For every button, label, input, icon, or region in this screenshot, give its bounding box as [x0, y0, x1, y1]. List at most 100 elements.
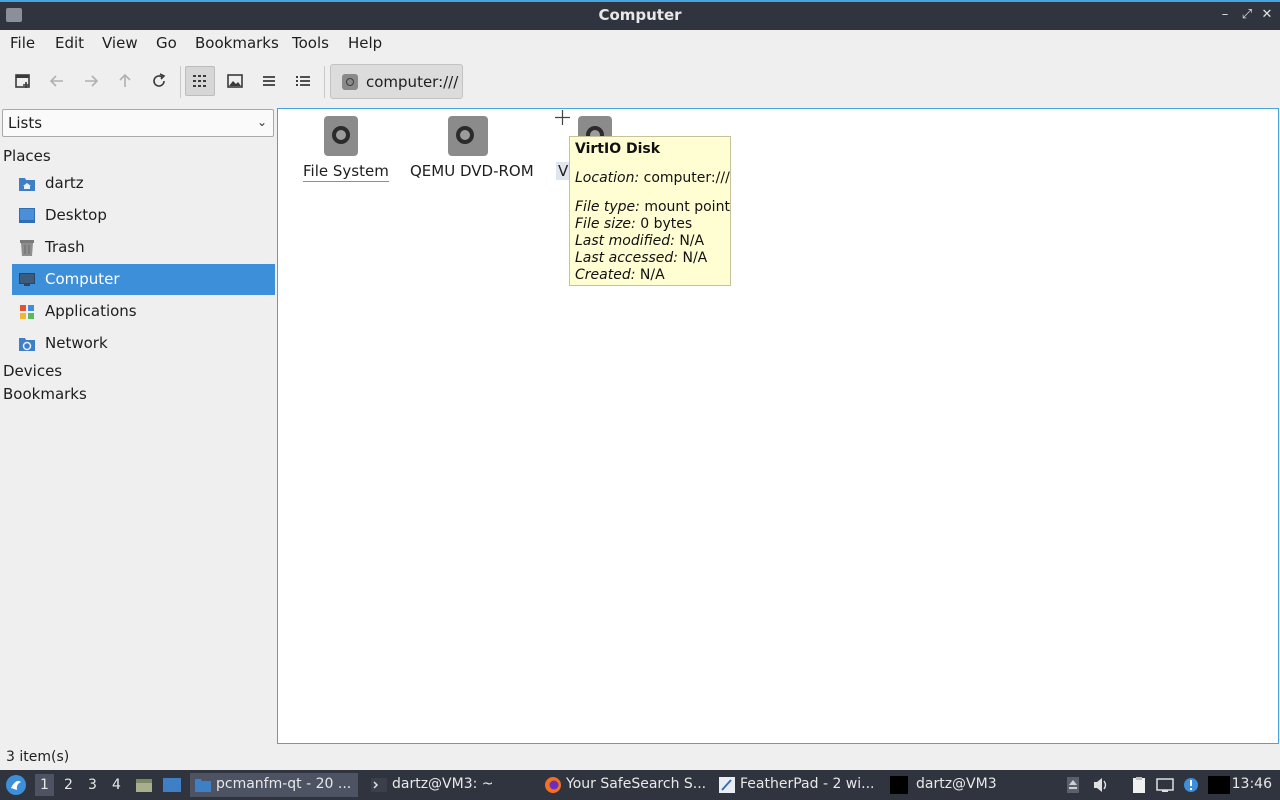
sidebar-item-desktop[interactable]: Desktop — [12, 200, 275, 231]
tooltip-last-accessed: Last accessed: N/A — [575, 250, 708, 266]
path-bar-button[interactable]: computer:/// — [330, 64, 463, 99]
sidebar-item-computer[interactable]: Computer — [12, 264, 275, 295]
tooltip-last-modified: Last modified: N/A — [575, 233, 705, 249]
reload-icon — [153, 73, 166, 87]
toolbar — [0, 60, 1280, 104]
clock[interactable]: 13:46 — [1232, 776, 1272, 792]
show-desktop-icon[interactable] — [162, 775, 182, 795]
sidebar-item-label: Computer — [45, 270, 120, 288]
file-item-label: File System — [303, 162, 389, 182]
optical-drive-icon — [448, 116, 488, 156]
task-label: dartz@VM3 — [916, 776, 997, 792]
tooltip-file-size: File size: 0 bytes — [575, 216, 693, 232]
terminal-icon — [890, 776, 908, 794]
arrow-up-icon — [119, 73, 131, 87]
volume-icon[interactable] — [1092, 776, 1110, 794]
detailed-list-icon — [296, 76, 310, 86]
terminal-icon — [371, 778, 387, 792]
chevron-down-icon: ⌄ — [256, 115, 267, 129]
tooltip-title: VirtIO Disk — [575, 141, 661, 157]
toolbar-separator — [180, 66, 181, 98]
drive-icon — [342, 74, 358, 90]
network-icon — [19, 338, 35, 351]
menu-tools[interactable]: Tools — [292, 34, 329, 52]
cpu-monitor-icon[interactable] — [1208, 776, 1230, 794]
taskbar: 1 2 3 4 pcmanfm-qt - 20 ... dartz@VM3: ~… — [0, 770, 1280, 800]
places-header[interactable]: Places — [3, 147, 51, 165]
file-manager-launcher-icon[interactable] — [134, 775, 154, 795]
arrow-right-icon — [85, 75, 99, 87]
menu-bar: File Edit View Go Bookmarks Tools Help — [0, 30, 1280, 56]
workspace-3[interactable]: 3 — [88, 777, 97, 793]
menu-file[interactable]: File — [10, 34, 35, 52]
minimize-icon[interactable]: – — [1216, 6, 1234, 24]
menu-bookmarks[interactable]: Bookmarks — [195, 34, 279, 52]
menu-go[interactable]: Go — [156, 34, 177, 52]
drive-icon — [324, 116, 358, 156]
detailed-view-button[interactable] — [288, 66, 318, 96]
status-bar-text: 3 item(s) — [6, 749, 70, 765]
sidebar-item-label: Network — [45, 334, 108, 352]
task-pcmanfm[interactable]: pcmanfm-qt - 20 ... — [190, 773, 358, 797]
grid-icon — [193, 75, 206, 87]
task-firefox[interactable]: Your SafeSearch S... — [540, 773, 708, 797]
start-menu-icon[interactable] — [5, 774, 27, 796]
path-label: computer:/// — [366, 73, 459, 91]
firefox-icon — [545, 777, 561, 793]
sidebar-item-applications[interactable]: Applications — [12, 296, 275, 327]
sidebar-item-network[interactable]: Network — [12, 328, 275, 359]
workspace-2[interactable]: 2 — [64, 777, 73, 793]
bookmarks-header[interactable]: Bookmarks — [3, 385, 87, 403]
task-terminal-home[interactable]: dartz@VM3: ~ — [366, 773, 534, 797]
task-terminal[interactable]: dartz@VM3 — [886, 773, 1054, 797]
item-tooltip: VirtIO Disk Location: computer:/// File … — [569, 136, 731, 286]
file-view[interactable] — [277, 108, 1279, 744]
workspace-4[interactable]: 4 — [112, 777, 121, 793]
side-pane-mode-select[interactable]: Lists ⌄ — [2, 109, 274, 137]
back-button[interactable] — [42, 66, 72, 96]
network-tray-icon[interactable] — [1156, 776, 1174, 794]
featherpad-icon — [719, 777, 735, 793]
trash-icon — [20, 240, 34, 256]
folder-icon — [195, 779, 211, 792]
new-tab-button[interactable] — [8, 66, 38, 96]
sidebar-item-label: dartz — [45, 174, 84, 192]
task-label: FeatherPad - 2 wi... — [740, 776, 875, 792]
arrow-left-icon — [49, 75, 63, 87]
eject-icon[interactable] — [1064, 776, 1082, 794]
devices-header[interactable]: Devices — [3, 362, 62, 380]
thumbnail-view-button[interactable] — [220, 66, 250, 96]
forward-button[interactable] — [76, 66, 106, 96]
sidebar-item-dartz[interactable]: dartz — [12, 168, 275, 199]
home-folder-icon — [19, 178, 35, 191]
menu-view[interactable]: View — [102, 34, 138, 52]
tooltip-created: Created: N/A — [575, 267, 665, 283]
computer-icon — [19, 273, 35, 286]
sidebar-item-label: Trash — [45, 238, 85, 256]
workspace-1[interactable]: 1 — [35, 774, 54, 796]
reload-button[interactable] — [144, 66, 174, 96]
file-item-label: QEMU DVD-ROM — [410, 162, 534, 180]
up-button[interactable] — [110, 66, 140, 96]
image-icon — [227, 74, 243, 88]
menu-help[interactable]: Help — [348, 34, 382, 52]
tooltip-file-type: File type: mount point — [575, 199, 730, 215]
icon-view-button[interactable] — [185, 66, 215, 96]
task-label: dartz@VM3: ~ — [392, 776, 494, 792]
window-title: Computer — [598, 6, 682, 24]
tooltip-location: Location: computer:/// — [575, 170, 730, 186]
applications-icon — [20, 305, 34, 319]
sidebar-item-trash[interactable]: Trash — [12, 232, 275, 263]
window-titlebar[interactable]: Computer – ⤢ ✕ — [0, 0, 1280, 30]
desktop-icon — [19, 208, 35, 223]
clipboard-icon[interactable] — [1130, 776, 1148, 794]
menu-edit[interactable]: Edit — [55, 34, 84, 52]
notification-icon[interactable] — [1182, 776, 1200, 794]
compact-view-button[interactable] — [254, 66, 284, 96]
task-featherpad[interactable]: FeatherPad - 2 wi... — [714, 773, 882, 797]
new-tab-icon — [15, 74, 30, 88]
list-icon — [263, 76, 275, 86]
sidebar-item-label: Desktop — [45, 206, 107, 224]
close-icon[interactable]: ✕ — [1258, 6, 1276, 24]
maximize-icon[interactable]: ⤢ — [1238, 6, 1256, 24]
